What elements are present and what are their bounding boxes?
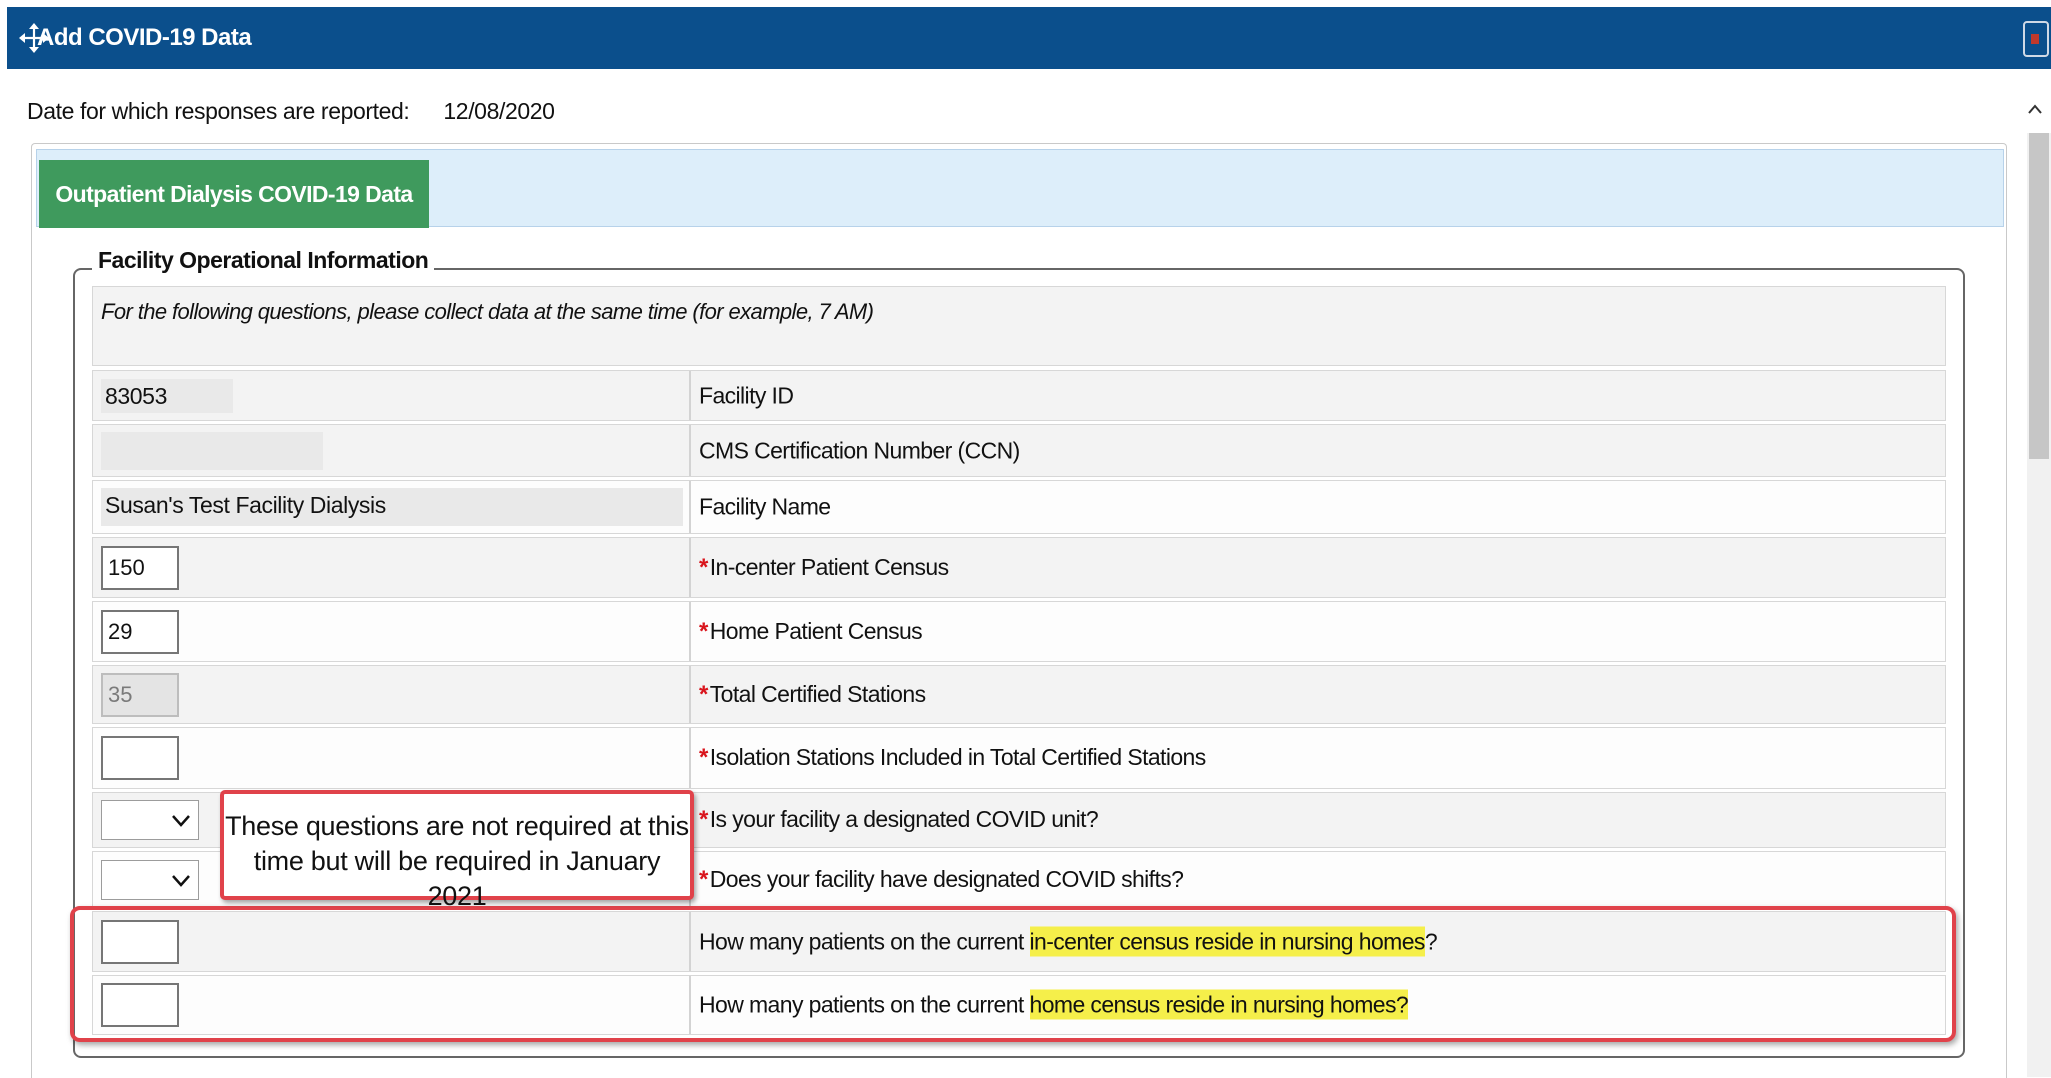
row-facility-name: Susan's Test Facility Dialysis Facility … [92,480,1946,534]
highlighted-text: home census reside in nursing homes? [1029,989,1409,1020]
fieldset-legend: Facility Operational Information [92,247,435,274]
chevron-down-icon [172,815,190,827]
dialog-title: Add COVID-19 Data [37,24,252,51]
facility-id-label: Facility ID [699,382,794,408]
row-in-center-nursing-homes: How many patients on the current in-cent… [92,911,1946,972]
facility-name-value: Susan's Test Facility Dialysis [101,488,683,526]
tab-bar: Outpatient Dialysis COVID-19 Data [36,149,2004,228]
in-center-census-label: *In-center Patient Census [699,554,949,582]
covid-unit-text: Is your facility a designated COVID unit… [709,806,1099,832]
row-facility-id: 83053 Facility ID [92,370,1946,421]
home-census-input[interactable]: 29 [101,609,179,654]
instructions-text: For the following questions, please coll… [92,286,1946,366]
row-in-center-census: 150 *In-center Patient Census [92,537,1946,598]
required-marker: * [699,617,708,645]
ccn-label: CMS Certification Number (CCN) [699,437,1020,463]
vertical-scrollbar[interactable] [2027,133,2051,1077]
required-marker: * [699,865,708,893]
isolation-stations-text: Isolation Stations Included in Total Cer… [709,744,1206,770]
row-home-nursing-homes: How many patients on the current home ce… [92,975,1946,1035]
ccn-value [101,431,323,470]
annotation-callout: These questions are not required at this… [220,790,694,911]
dialog-titlebar[interactable]: Add COVID-19 Data [7,7,2051,69]
report-date: Date for which responses are reported: 1… [27,98,555,125]
in-center-census-text: In-center Patient Census [709,553,949,580]
covid-unit-select[interactable] [101,800,199,840]
total-stations-label: *Total Certified Stations [699,680,926,709]
home-census-label: *Home Patient Census [699,617,923,646]
row-home-census: 29 *Home Patient Census [92,601,1946,662]
chevron-up-icon[interactable] [2027,102,2043,118]
row-isolation-stations: *Isolation Stations Included in Total Ce… [92,727,1946,789]
in-center-census-input[interactable]: 150 [101,545,179,590]
row-total-stations: 35 *Total Certified Stations [92,665,1946,724]
tab-outpatient-dialysis[interactable]: Outpatient Dialysis COVID-19 Data [39,160,429,228]
report-date-value: 12/08/2020 [443,98,555,124]
required-marker: * [699,806,708,833]
row-ccn: CMS Certification Number (CCN) [92,424,1946,477]
covid-shifts-text: Does your facility have designated COVID… [709,865,1184,892]
required-marker: * [699,744,708,771]
covid-unit-label: *Is your facility a designated COVID uni… [699,806,1099,834]
required-marker: * [699,553,708,581]
facility-id-value: 83053 [101,378,233,413]
total-stations-text: Total Certified Stations [709,680,926,707]
report-date-label: Date for which responses are reported: [27,98,410,124]
in-center-nursing-homes-label: How many patients on the current in-cent… [699,926,1438,956]
total-stations-input: 35 [101,672,179,717]
question-suffix: ? [1424,928,1438,954]
facility-name-label: Facility Name [699,493,831,520]
question-prefix: How many patients on the current [699,991,1030,1018]
scrollbar-thumb[interactable] [2029,133,2049,459]
in-center-nursing-homes-input[interactable] [101,919,179,964]
home-nursing-homes-label: How many patients on the current home ce… [699,989,1409,1020]
required-marker: * [699,680,708,708]
question-prefix: How many patients on the current [699,928,1030,954]
isolation-stations-input[interactable] [101,736,179,780]
highlighted-text: in-center census reside in nursing homes [1029,926,1425,956]
home-nursing-homes-input[interactable] [101,983,179,1027]
home-census-text: Home Patient Census [709,617,923,644]
covid-shifts-select[interactable] [101,859,199,900]
isolation-stations-label: *Isolation Stations Included in Total Ce… [699,744,1206,772]
chevron-down-icon [172,874,190,887]
close-icon[interactable] [2023,21,2049,57]
covid-shifts-label: *Does your facility have designated COVI… [699,865,1184,894]
